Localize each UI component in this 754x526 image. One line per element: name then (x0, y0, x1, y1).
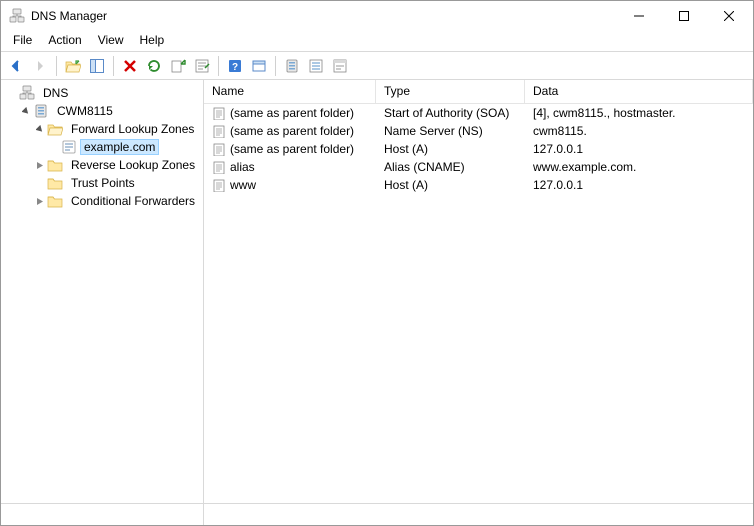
record-row[interactable]: alias Alias (CNAME) www.example.com. (204, 158, 753, 176)
tree-node-trust-points[interactable]: Trust Points (5, 174, 203, 192)
tree-node-server[interactable]: CWM8115 (5, 102, 203, 120)
record-name: (same as parent folder) (230, 124, 354, 138)
menubar: File Action View Help (1, 31, 753, 51)
record-type: Start of Authority (SOA) (384, 106, 509, 120)
titlebar: DNS Manager (1, 1, 753, 31)
status-section (1, 504, 204, 525)
maximize-button[interactable] (661, 2, 706, 31)
record-type: Name Server (NS) (384, 124, 483, 138)
record-data: 127.0.0.1 (533, 142, 583, 156)
record-name: (same as parent folder) (230, 106, 354, 120)
forward-button[interactable] (29, 55, 51, 77)
window-title: DNS Manager (31, 9, 616, 23)
record-name: alias (230, 160, 255, 174)
record-row[interactable]: (same as parent folder) Start of Authorit… (204, 104, 753, 122)
record-type: Host (A) (384, 178, 428, 192)
tree-node-dns[interactable]: DNS (5, 84, 203, 102)
record-type: Alias (CNAME) (384, 160, 465, 174)
menu-file[interactable]: File (5, 31, 40, 51)
record-icon (212, 178, 226, 192)
folder-icon (47, 193, 63, 209)
column-header-data[interactable]: Data (525, 80, 753, 103)
record-icon (212, 160, 226, 174)
tree-label: example.com (80, 139, 159, 155)
refresh-button[interactable] (143, 55, 165, 77)
record-icon (212, 106, 226, 120)
record-icon (212, 142, 226, 156)
expander-icon[interactable] (33, 158, 47, 172)
properties-button[interactable] (191, 55, 213, 77)
back-button[interactable] (5, 55, 27, 77)
record-name: www (230, 178, 256, 192)
status-section (204, 504, 753, 525)
toolbar: ? (1, 52, 753, 80)
column-header-name[interactable]: Name (204, 80, 376, 103)
tree-label: DNS (38, 85, 73, 101)
new-server-button[interactable] (281, 55, 303, 77)
folder-icon (47, 157, 63, 173)
action-button[interactable] (329, 55, 351, 77)
separator (275, 56, 276, 76)
delete-button[interactable] (119, 55, 141, 77)
record-row[interactable]: (same as parent folder) Name Server (NS) c… (204, 122, 753, 140)
list-pane: Name Type Data (same as parent folder) St… (204, 80, 753, 503)
export-button[interactable] (167, 55, 189, 77)
tree-label: Trust Points (66, 175, 140, 191)
separator (56, 56, 57, 76)
record-name: (same as parent folder) (230, 142, 354, 156)
column-header-type[interactable]: Type (376, 80, 525, 103)
app-icon (9, 8, 25, 24)
record-row[interactable]: (same as parent folder) Host (A) 127.0.0.1 (204, 140, 753, 158)
tree-label: Conditional Forwarders (66, 193, 200, 209)
zone-icon (61, 139, 77, 155)
record-data: cwm8115. (533, 124, 587, 138)
dns-root-icon (19, 85, 35, 101)
tree-label: Forward Lookup Zones (66, 121, 199, 137)
help-button[interactable]: ? (224, 55, 246, 77)
record-icon (212, 124, 226, 138)
svg-text:?: ? (232, 62, 238, 73)
separator (113, 56, 114, 76)
folder-open-icon (47, 121, 63, 137)
list-header: Name Type Data (204, 80, 753, 104)
separator (218, 56, 219, 76)
main-area: DNS CWM8115 Forward Lookup Zones example… (1, 80, 753, 503)
tree-label: Reverse Lookup Zones (66, 157, 200, 173)
record-row[interactable]: www Host (A) 127.0.0.1 (204, 176, 753, 194)
record-type: Host (A) (384, 142, 428, 156)
tree-node-zone-example[interactable]: example.com (5, 138, 203, 156)
menu-action[interactable]: Action (40, 31, 89, 51)
folder-icon (47, 175, 63, 191)
tree-label: CWM8115 (52, 103, 118, 119)
tree-node-conditional-forwarders[interactable]: Conditional Forwarders (5, 192, 203, 210)
menu-help[interactable]: Help (132, 31, 173, 51)
close-button[interactable] (706, 2, 751, 31)
tree-pane[interactable]: DNS CWM8115 Forward Lookup Zones example… (1, 80, 204, 503)
record-data: 127.0.0.1 (533, 178, 583, 192)
record-data: [4], cwm8115., hostmaster. (533, 106, 676, 120)
list-body[interactable]: (same as parent folder) Start of Authorit… (204, 104, 753, 503)
expander-icon[interactable] (33, 194, 47, 208)
minimize-button[interactable] (616, 2, 661, 31)
tree-node-reverse-zones[interactable]: Reverse Lookup Zones (5, 156, 203, 174)
expander-icon[interactable] (33, 122, 47, 136)
menu-view[interactable]: View (90, 31, 132, 51)
up-button[interactable] (62, 55, 84, 77)
server-icon (33, 103, 49, 119)
show-hide-tree-button[interactable] (86, 55, 108, 77)
new-window-button[interactable] (248, 55, 270, 77)
filter-button[interactable] (305, 55, 327, 77)
record-data: www.example.com. (533, 160, 636, 174)
expander-icon[interactable] (19, 104, 33, 118)
statusbar (1, 503, 753, 525)
tree-node-forward-zones[interactable]: Forward Lookup Zones (5, 120, 203, 138)
